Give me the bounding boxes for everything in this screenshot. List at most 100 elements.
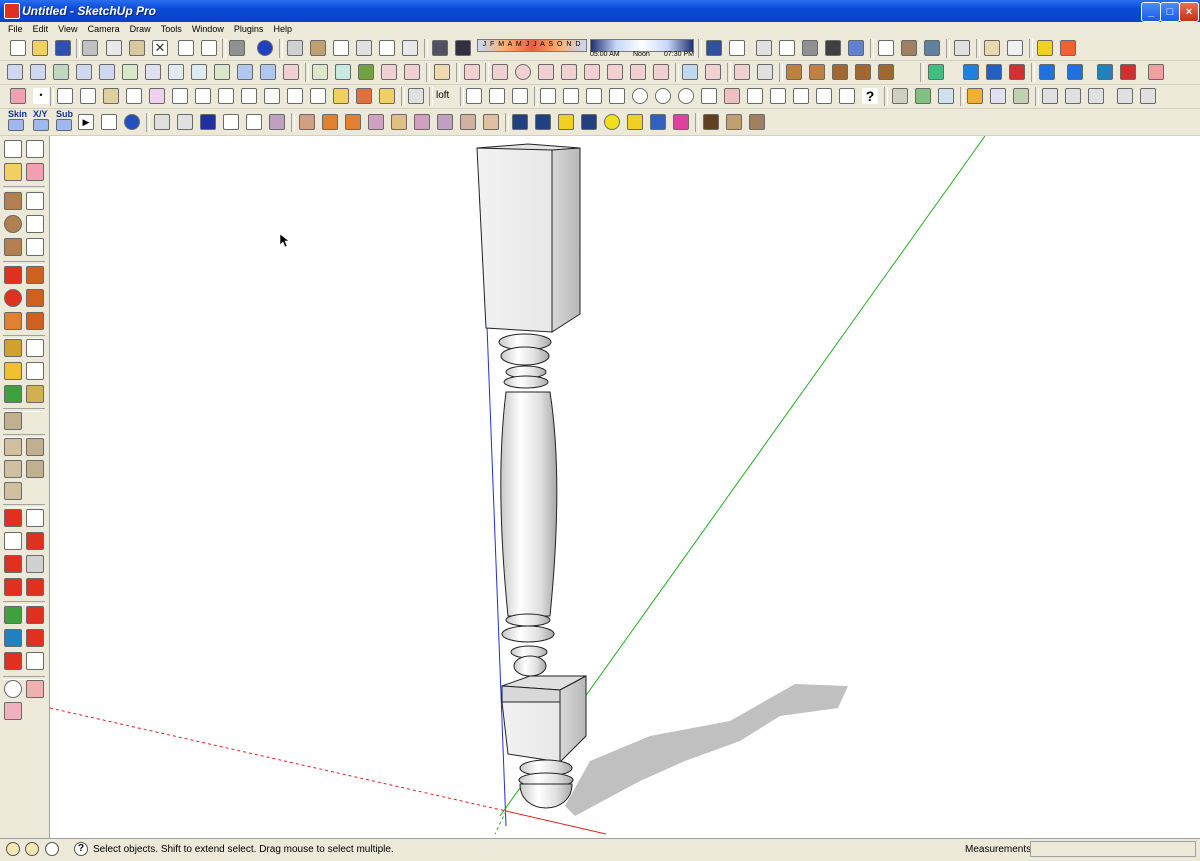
polyline-icon[interactable] [76,64,92,80]
align-icon[interactable] [80,88,96,104]
next-view-icon[interactable] [4,578,22,596]
gallery-icon[interactable] [726,114,742,130]
yellow-diamond-icon[interactable] [604,114,620,130]
grid-lines-icon[interactable] [126,88,142,104]
sub-shape-icon[interactable] [56,119,72,131]
previous-view-icon[interactable] [26,555,44,573]
rounded-corner-icon[interactable] [260,64,276,80]
circle-icon[interactable] [4,215,22,233]
polygon-icon[interactable] [4,238,22,256]
t-curve-2-icon[interactable] [345,114,361,130]
menu-plugins[interactable]: Plugins [231,22,267,36]
parallelogram-icon[interactable] [584,64,600,80]
help-question-icon[interactable]: ? [862,88,878,104]
slash-icon[interactable] [793,88,809,104]
outer-shell-icon[interactable] [4,438,22,456]
sandbox-s-icon[interactable] [1037,40,1053,56]
measurements-box[interactable] [1030,841,1196,857]
needle-icon[interactable] [246,114,262,130]
ruler-icon[interactable] [103,88,119,104]
polygon-curve-icon[interactable] [145,64,161,80]
curve-red-icon[interactable] [747,88,763,104]
open-folder-icon[interactable] [32,40,48,56]
pink-eraser-icon[interactable] [10,88,26,104]
diagonal-arrow-icon[interactable] [1039,64,1055,80]
cone-icon[interactable] [627,114,643,130]
walk-icon[interactable] [26,606,44,624]
angle-x-icon[interactable] [839,88,855,104]
subtract-icon[interactable] [26,460,44,478]
axes-arrow-icon[interactable] [1042,88,1058,104]
share-model-icon[interactable] [924,40,940,56]
skin-shape-icon[interactable] [8,119,24,131]
pen-red-icon[interactable] [540,88,556,104]
pencil-line-icon[interactable] [26,192,44,210]
dot-icon[interactable]: • [33,88,49,104]
circle-slash-2-icon[interactable] [655,88,671,104]
surface-2-icon[interactable] [391,114,407,130]
components-icon[interactable] [954,40,970,56]
redo-icon[interactable] [201,40,217,56]
freehand-curve-icon[interactable] [214,64,230,80]
display-fog-icon[interactable] [455,40,471,56]
surface-icon[interactable] [368,114,384,130]
t-curve-icon[interactable] [322,114,338,130]
stairs-icon[interactable] [310,88,326,104]
position-camera-icon[interactable] [4,606,22,624]
chip-icon[interactable] [535,114,551,130]
blue-swirl-icon[interactable] [124,114,140,130]
rotate-icon[interactable] [4,289,22,307]
hidden-line-style-icon[interactable] [756,40,772,56]
catmull-curve-icon[interactable] [122,64,138,80]
arc-red-icon[interactable] [283,64,299,80]
rounded-shape-icon[interactable] [237,64,253,80]
roof-gambrel-icon[interactable] [878,64,894,80]
rectangle-icon[interactable] [4,192,22,210]
square-slash-icon[interactable] [586,88,602,104]
vertical-line-icon[interactable] [963,64,979,80]
shaded-style-icon[interactable] [779,40,795,56]
menu-view[interactable]: View [55,22,80,36]
camera-2-icon[interactable] [4,652,22,670]
menu-camera[interactable]: Camera [85,22,123,36]
xray-style-icon[interactable] [706,40,722,56]
stack-icon[interactable] [269,114,285,130]
play-icon[interactable]: ▶ [78,114,94,130]
front-view-icon[interactable] [333,40,349,56]
vertical-up-icon[interactable] [218,88,234,104]
dimension-icon[interactable] [26,339,44,357]
sketchup-app-icon[interactable] [4,3,20,19]
red-rotate-icon[interactable] [1120,64,1136,80]
pink-cube-icon[interactable] [26,680,44,698]
maximize-button[interactable]: □ [1160,2,1180,22]
eraser-icon[interactable] [26,163,44,181]
paint-bucket-icon[interactable] [4,163,22,181]
curtain-icon[interactable] [299,114,315,130]
close-button[interactable]: × [1179,2,1199,22]
bezier-curve-icon[interactable] [7,64,23,80]
t-section-icon[interactable] [816,88,832,104]
pink-house-icon[interactable] [4,702,22,720]
pie-icon[interactable] [653,64,669,80]
freehand-icon[interactable] [26,238,44,256]
pyramid-icon[interactable] [938,88,954,104]
grid-pink-icon[interactable] [149,88,165,104]
model-viewport[interactable] [50,136,1200,838]
text-label-icon[interactable] [26,362,44,380]
3d-text-icon[interactable] [26,385,44,403]
grid-skew-icon[interactable] [241,88,257,104]
wire-cube-icon[interactable] [154,114,170,130]
axes-v-icon[interactable] [1065,88,1081,104]
zoom-icon[interactable] [4,532,22,550]
roof-shed-icon[interactable] [832,64,848,80]
pink-hand-icon[interactable] [1148,64,1164,80]
shadow-month-slider[interactable]: J F M A M J J A S O N D [477,39,587,52]
shaded-textures-style-icon[interactable] [802,40,818,56]
photo-icon[interactable] [703,114,719,130]
ellipse-outline-icon[interactable] [561,64,577,80]
surface-3-icon[interactable] [414,114,430,130]
lathe-icon[interactable] [466,88,482,104]
plugin-s-icon[interactable] [1060,40,1076,56]
offset-curve-icon[interactable] [705,64,721,80]
diamond-icon[interactable] [757,64,773,80]
